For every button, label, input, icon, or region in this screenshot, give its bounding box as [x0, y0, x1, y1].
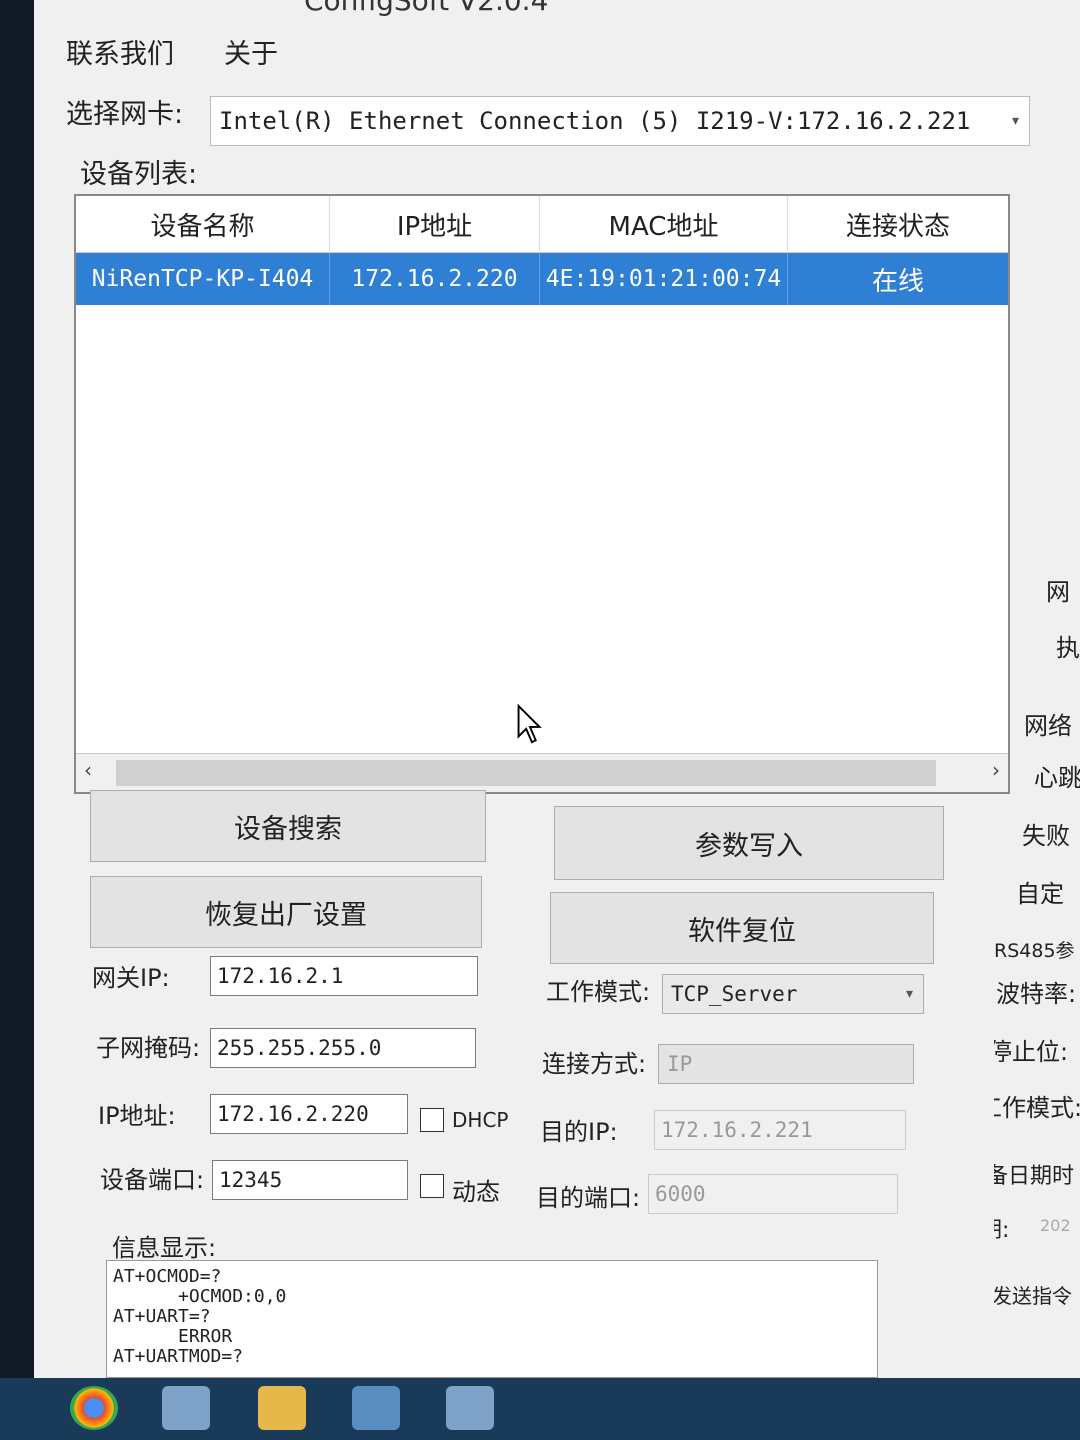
ip-address-input[interactable]: 172.16.2.220	[210, 1094, 408, 1134]
log-line: AT+UARTMOD=?	[113, 1346, 244, 1367]
connection-mode-value: IP	[667, 1052, 693, 1076]
log-line: ERROR	[113, 1326, 233, 1347]
mouse-cursor-icon	[517, 704, 542, 744]
dest-ip-input[interactable]: 172.16.2.221	[654, 1110, 906, 1150]
nic-select-value: Intel(R) Ethernet Connection (5) I219-V:…	[219, 107, 971, 135]
screen-bezel	[0, 0, 34, 1440]
info-display-label: 信息显示:	[112, 1234, 217, 1262]
dynamic-label: 动态	[452, 1178, 500, 1206]
cell-device-name: NiRenTCP-KP-I404	[76, 253, 330, 305]
connection-mode-label: 连接方式:	[542, 1050, 647, 1078]
column-header-status[interactable]: 连接状态	[788, 196, 1008, 252]
chrome-icon[interactable]	[70, 1386, 118, 1430]
right-panel-text: 失败	[1022, 822, 1070, 850]
cell-ip: 172.16.2.220	[330, 253, 540, 305]
app-window: ConfigSoft V2.0.4 联系我们 关于 选择网卡: Intel(R)…	[34, 0, 1080, 1378]
right-panel-text: 自定	[1016, 880, 1064, 908]
device-search-button[interactable]: 设备搜索	[90, 790, 486, 862]
dest-port-label: 目的端口:	[536, 1184, 641, 1212]
cell-mac: 4E:19:01:21:00:74	[540, 253, 788, 305]
cell-status: 在线	[871, 266, 924, 297]
column-header-name[interactable]: 设备名称	[76, 196, 330, 252]
write-params-button[interactable]: 参数写入	[554, 806, 944, 880]
right-panel-text: RS485参	[994, 940, 1075, 962]
ip-address-label: IP地址:	[98, 1102, 176, 1130]
right-panel-text: 手动发送指令	[994, 1284, 1072, 1308]
right-panel-text: 网	[1046, 578, 1070, 606]
app-icon[interactable]	[162, 1386, 210, 1430]
right-panel-text: 202	[1040, 1216, 1071, 1235]
scrollbar-thumb[interactable]	[116, 760, 936, 786]
gateway-input[interactable]: 172.16.2.1	[210, 956, 478, 996]
factory-reset-button[interactable]: 恢复出厂设置	[90, 876, 482, 948]
menu-about[interactable]: 关于	[224, 32, 278, 72]
dest-ip-label: 目的IP:	[540, 1118, 618, 1146]
device-port-input[interactable]: 12345	[212, 1160, 408, 1200]
dhcp-checkbox[interactable]	[420, 1108, 444, 1132]
table-header: 设备名称 IP地址 MAC地址 连接状态	[76, 196, 1008, 253]
right-panel-text: 日期:	[994, 1218, 1010, 1243]
gateway-label: 网关IP:	[92, 964, 170, 992]
app-icon[interactable]	[446, 1386, 494, 1430]
chevron-down-icon: ▾	[904, 983, 915, 1004]
column-header-ip[interactable]: IP地址	[330, 196, 540, 252]
device-port-label: 设备端口:	[100, 1166, 205, 1194]
dhcp-label: DHCP	[452, 1108, 509, 1132]
right-panel-text: 设备日期时	[994, 1164, 1075, 1189]
subnet-mask-label: 子网掩码:	[96, 1034, 201, 1062]
work-mode-label: 工作模式:	[546, 978, 651, 1006]
log-line: +OCMOD:0,0	[113, 1286, 287, 1307]
folder-icon[interactable]	[258, 1386, 306, 1430]
right-settings-panel: 网 执 网络 心跳 失败 自定 RS485参 波特率: 停止位: 工作模式: 设…	[994, 340, 1080, 1378]
dynamic-checkbox[interactable]	[420, 1174, 444, 1198]
work-mode-value: TCP_Server	[671, 982, 798, 1006]
dest-port-input[interactable]: 6000	[648, 1174, 898, 1214]
work-mode-select[interactable]: TCP_Server ▾	[662, 974, 924, 1014]
scroll-left-icon[interactable]: ‹	[84, 758, 92, 782]
nic-label: 选择网卡:	[66, 99, 184, 130]
connection-mode-select[interactable]: IP	[658, 1044, 914, 1084]
info-log[interactable]: AT+OCMOD=? +OCMOD:0,0 AT+UART=? ERROR AT…	[106, 1260, 878, 1378]
soft-reset-button[interactable]: 软件复位	[550, 892, 934, 964]
chevron-down-icon: ▾	[1010, 110, 1021, 131]
right-panel-text: 网络	[1024, 712, 1072, 740]
menu-bar: 联系我们 关于	[66, 32, 278, 72]
device-list-label: 设备列表:	[80, 159, 198, 190]
window-title: ConfigSoft V2.0.4	[304, 0, 549, 17]
log-line: AT+UART=?	[113, 1306, 211, 1327]
subnet-mask-input[interactable]: 255.255.255.0	[210, 1028, 476, 1068]
right-panel-text: 执	[1056, 634, 1080, 662]
right-panel-text: 工作模式:	[994, 1094, 1080, 1122]
device-table: 设备名称 IP地址 MAC地址 连接状态 NiRenTCP-KP-I404 17…	[74, 194, 1010, 794]
table-row[interactable]: NiRenTCP-KP-I404 172.16.2.220 4E:19:01:2…	[76, 253, 1008, 305]
menu-contact[interactable]: 联系我们	[66, 32, 174, 72]
log-line: AT+OCMOD=?	[113, 1266, 222, 1287]
right-panel-text: 心跳	[1034, 764, 1080, 792]
horizontal-scrollbar[interactable]: ‹ ›	[76, 753, 1008, 792]
app-icon[interactable]	[352, 1386, 400, 1430]
right-panel-text: 停止位:	[994, 1038, 1069, 1066]
nic-select[interactable]: Intel(R) Ethernet Connection (5) I219-V:…	[210, 96, 1030, 146]
right-panel-text: 波特率:	[996, 980, 1077, 1008]
column-header-mac[interactable]: MAC地址	[540, 196, 788, 252]
taskbar	[0, 1378, 1080, 1440]
